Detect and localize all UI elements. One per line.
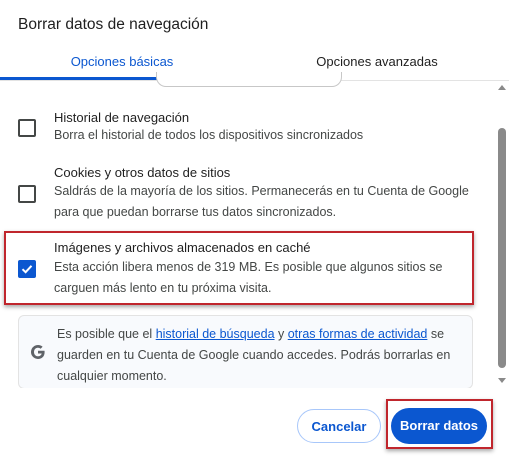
scroll-down-arrow-icon[interactable] bbox=[498, 376, 506, 384]
option-title: Historial de navegación bbox=[54, 110, 190, 125]
scroll-thumb[interactable] bbox=[498, 128, 506, 368]
info-text: Es posible que el historial de búsqueda … bbox=[57, 324, 467, 387]
scroll-up-arrow-icon[interactable] bbox=[498, 84, 506, 92]
other-activity-link[interactable]: otras formas de actividad bbox=[288, 327, 428, 341]
search-history-link[interactable]: historial de búsqueda bbox=[156, 327, 275, 341]
options-scroll-area: Historial de navegación Borra el histori… bbox=[0, 82, 495, 388]
option-title: Imágenes y archivos almacenados en caché bbox=[54, 240, 311, 255]
cancel-button[interactable]: Cancelar bbox=[297, 409, 381, 443]
clear-browsing-data-dialog: Borrar datos de navegación Opciones bási… bbox=[0, 0, 509, 467]
option-cached-images[interactable]: Imágenes y archivos almacenados en caché… bbox=[0, 232, 490, 302]
option-cookies[interactable]: Cookies y otros datos de sitios Saldrás … bbox=[0, 148, 490, 228]
option-description: Saldrás de la mayoría de los sitios. Per… bbox=[54, 184, 469, 219]
info-text-part: y bbox=[274, 327, 288, 341]
browsing-history-checkbox[interactable] bbox=[18, 119, 36, 137]
google-account-info-card: Es posible que el historial de búsqueda … bbox=[18, 315, 473, 388]
cookies-checkbox[interactable] bbox=[18, 185, 36, 203]
scrollbar[interactable] bbox=[495, 82, 509, 392]
checkmark-icon bbox=[21, 265, 33, 274]
option-title: Cookies y otros datos de sitios bbox=[54, 165, 231, 180]
option-browsing-history[interactable]: Historial de navegación Borra el histori… bbox=[0, 82, 490, 148]
cached-images-checkbox[interactable] bbox=[18, 260, 36, 278]
dialog-footer: Cancelar Borrar datos bbox=[0, 392, 509, 467]
option-description: Borra el historial de todos los disposit… bbox=[54, 128, 364, 142]
google-g-icon bbox=[31, 345, 45, 359]
dialog-title: Borrar datos de navegación bbox=[18, 16, 209, 33]
clear-data-button[interactable]: Borrar datos bbox=[391, 408, 487, 444]
info-text-part: Es posible que el bbox=[57, 327, 156, 341]
option-description: Esta acción libera menos de 319 MB. Es p… bbox=[54, 260, 443, 295]
